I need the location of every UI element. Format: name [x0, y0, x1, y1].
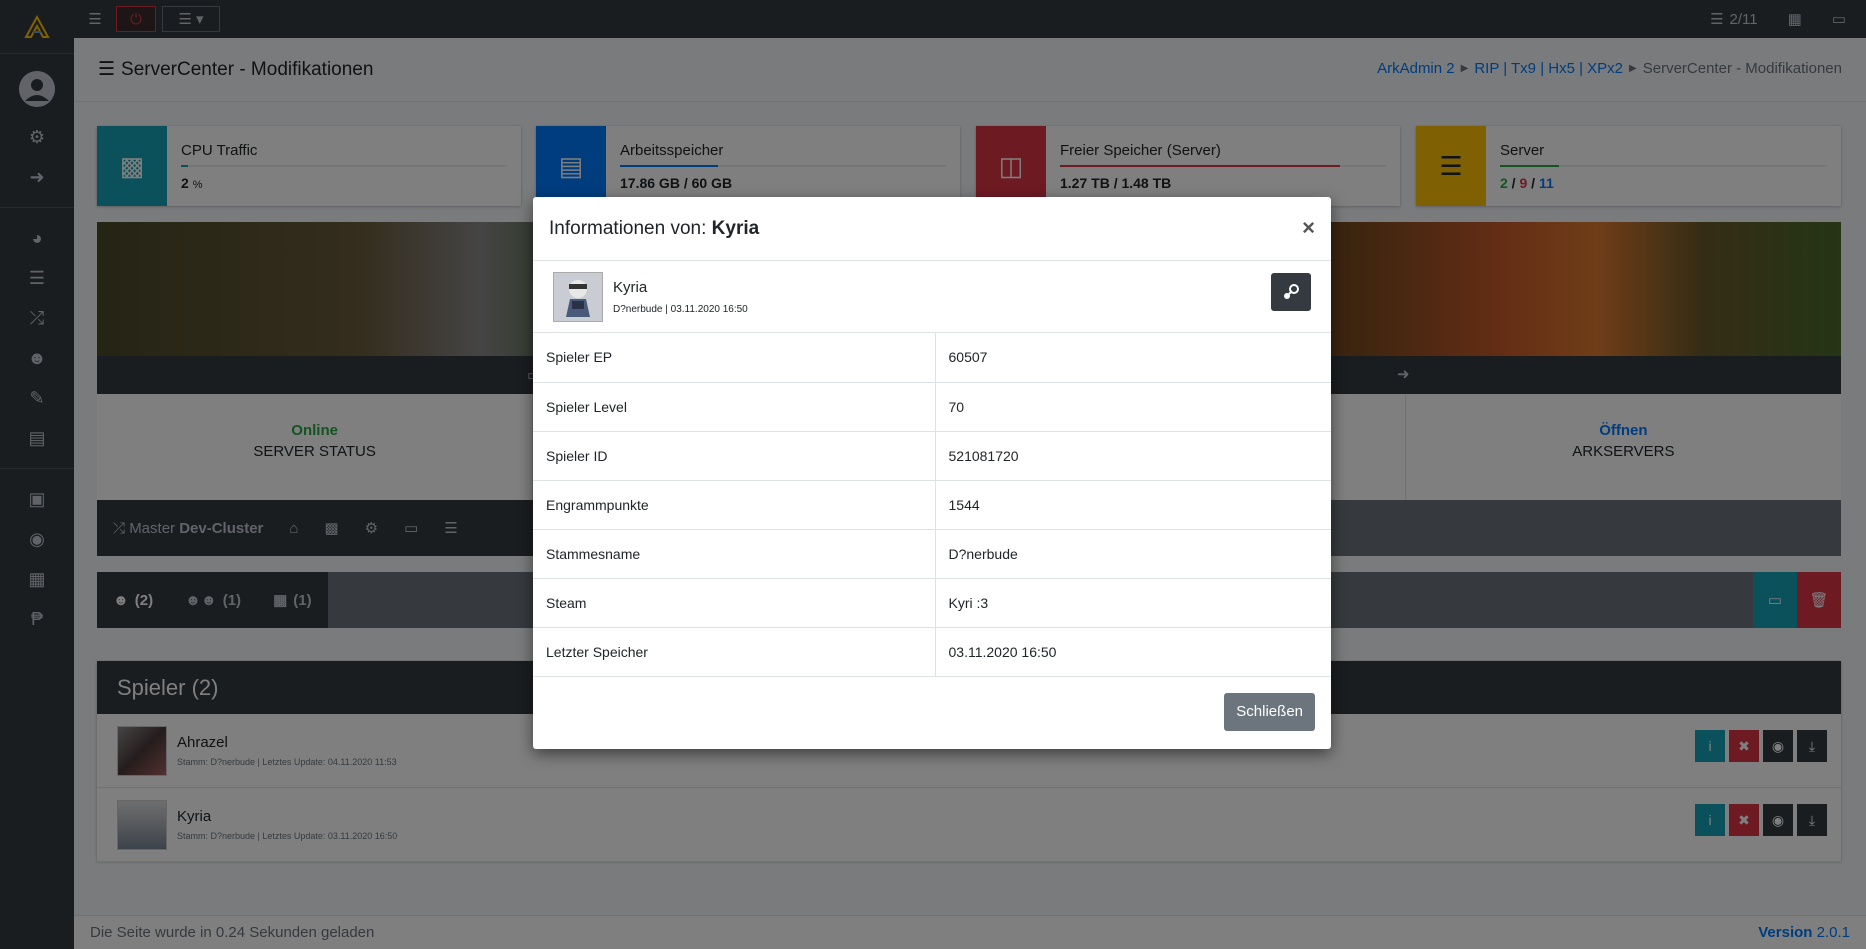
- table-row: Engrammpunkte 1544: [533, 480, 1331, 530]
- row-label: Spieler EP: [533, 333, 936, 383]
- row-label: Engrammpunkte: [533, 480, 936, 530]
- profile-sub: D?nerbude | 03.11.2020 16:50: [613, 303, 748, 315]
- row-value: 1544: [935, 480, 1331, 530]
- player-info-table: Spieler EP 60507 Spieler Level 70 Spieler …: [533, 333, 1331, 677]
- close-button[interactable]: Schließen: [1224, 692, 1315, 731]
- table-row: Steam Kyri :3: [533, 578, 1331, 628]
- modal-header: Informationen von: Kyria ×: [533, 197, 1331, 261]
- row-value: 521081720: [935, 431, 1331, 481]
- player-avatar: [553, 271, 603, 322]
- modal-title: Informationen von: Kyria: [549, 218, 759, 240]
- modal-footer: Schließen: [533, 677, 1331, 747]
- row-label: Letzter Speicher: [533, 627, 936, 677]
- row-value: 70: [935, 382, 1331, 432]
- row-label: Spieler Level: [533, 382, 936, 432]
- row-value: Kyri :3: [935, 578, 1331, 628]
- modal-title-name: Kyria: [711, 217, 760, 239]
- steam-icon: [1284, 284, 1299, 299]
- table-row: Spieler EP 60507: [533, 333, 1331, 383]
- modal-title-prefix: Informationen von:: [549, 217, 707, 239]
- profile-name: Kyria: [613, 278, 648, 296]
- table-row: Spieler ID 521081720: [533, 431, 1331, 481]
- row-value: 60507: [935, 333, 1331, 383]
- table-row: Letzter Speicher 03.11.2020 16:50: [533, 627, 1331, 677]
- steam-profile-button[interactable]: [1271, 273, 1311, 311]
- character-icon: [554, 272, 602, 321]
- row-value: D?nerbude: [935, 529, 1331, 579]
- player-info-modal: Informationen von: Kyria × Kyria D?nerbu…: [533, 197, 1331, 749]
- row-label: Spieler ID: [533, 431, 936, 481]
- table-row: Stammesname D?nerbude: [533, 529, 1331, 579]
- player-profile: Kyria D?nerbude | 03.11.2020 16:50: [533, 261, 1331, 333]
- table-row: Spieler Level 70: [533, 382, 1331, 432]
- row-label: Stammesname: [533, 529, 936, 579]
- row-label: Steam: [533, 578, 936, 628]
- row-value: 03.11.2020 16:50: [935, 627, 1331, 677]
- close-icon[interactable]: ×: [1302, 215, 1315, 241]
